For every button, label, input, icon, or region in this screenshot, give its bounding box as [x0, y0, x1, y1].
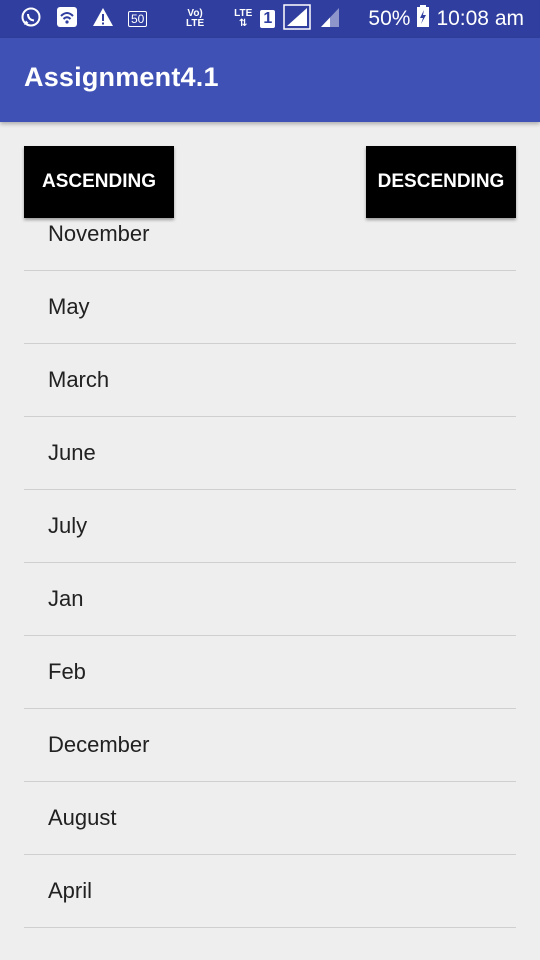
status-left-icons: 50 — [20, 6, 148, 33]
list-item[interactable]: May — [24, 271, 516, 344]
status-bar: 50 Vo) LTE LTE ⇅ 1 50% 10:08 am — [0, 0, 540, 38]
volte-icon: Vo) LTE — [186, 8, 205, 29]
list-item[interactable]: June — [24, 417, 516, 490]
list-item[interactable]: August — [24, 782, 516, 855]
warning-icon — [92, 6, 114, 33]
data-50-icon: 50 — [128, 11, 148, 27]
battery-percent: 50% — [368, 7, 411, 30]
list-item[interactable]: July — [24, 490, 516, 563]
status-network-icons: Vo) LTE LTE ⇅ 1 — [186, 3, 341, 35]
list-item[interactable]: December — [24, 709, 516, 782]
clock: 10:08 am — [436, 7, 524, 30]
list-item[interactable]: April — [24, 855, 516, 928]
wifi-icon — [56, 6, 78, 33]
months-list[interactable]: November May March June July Jan Feb Dec… — [24, 207, 516, 960]
list-item[interactable]: Feb — [24, 636, 516, 709]
app-bar: Assignment4.1 — [0, 38, 540, 122]
sim-icon: 1 — [260, 10, 276, 28]
signal-2-icon — [319, 5, 341, 34]
list-item[interactable]: November — [24, 207, 516, 271]
list-item[interactable]: Jan — [24, 563, 516, 636]
lte-icon: LTE ⇅ — [234, 8, 253, 29]
whatsapp-icon — [20, 6, 42, 33]
status-right: 50% 10:08 am — [368, 5, 524, 33]
months-list-content: November May March June July Jan Feb Dec… — [24, 207, 516, 928]
signal-icon — [283, 3, 311, 35]
app-title: Assignment4.1 — [24, 62, 219, 92]
list-item[interactable]: March — [24, 344, 516, 417]
battery-charging-icon — [416, 4, 430, 34]
